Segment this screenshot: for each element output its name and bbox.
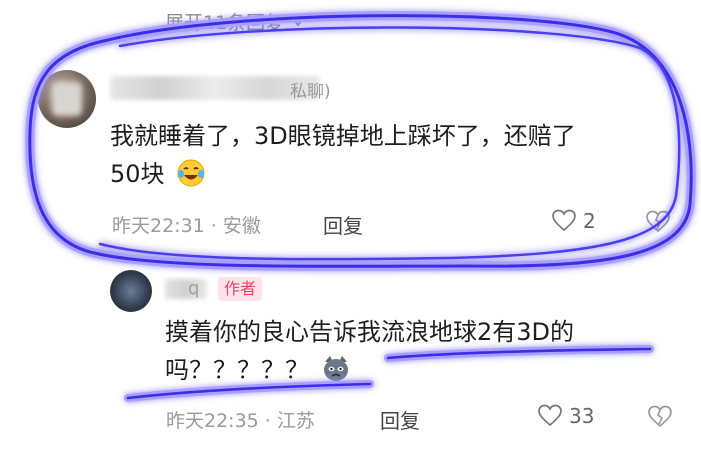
reply-like-button[interactable]: 33 xyxy=(537,403,594,429)
comment-time-location: 昨天22:31 · 安徽 xyxy=(112,215,261,237)
laughing-tears-icon xyxy=(177,159,205,187)
dislike-icon[interactable] xyxy=(645,209,671,235)
comment-line-2: 50块 xyxy=(110,155,670,193)
expand-replies-label: 展开11条回复 xyxy=(165,12,285,34)
comment-text: 我就睡着了，3D眼镜掉地上踩坏了，还赔了 50块 xyxy=(110,117,670,193)
heart-icon xyxy=(538,404,562,427)
comment-meta: 昨天22:31 · 安徽 xyxy=(112,211,261,238)
author-name-blurred xyxy=(110,76,320,100)
avatar[interactable] xyxy=(38,70,96,128)
reply-button[interactable]: 回复 xyxy=(323,210,363,239)
comment-line-2-text: 50块 xyxy=(110,160,165,188)
reply-time-location: 昨天22:35 · 江苏 xyxy=(166,410,315,432)
expand-replies-link[interactable]: 展开11条回复 xyxy=(165,8,304,35)
reply-line-1: 摸着你的良心告诉我流浪地球2有3D的 xyxy=(165,318,575,346)
author-badge: 作者 xyxy=(218,277,263,301)
reply-author-name: q xyxy=(188,278,200,299)
reply-comment-text: 摸着你的良心告诉我流浪地球2有3D的 吗？？？？？ xyxy=(165,313,685,389)
reply-meta: 昨天22:35 · 江苏 xyxy=(166,406,315,433)
reply-like-count: 33 xyxy=(569,404,595,428)
reply-line-2: 吗？？？？？ xyxy=(165,351,685,389)
like-count: 2 xyxy=(583,209,596,233)
heart-icon xyxy=(552,209,576,232)
like-button[interactable]: 2 xyxy=(551,208,596,234)
reply-dislike-icon[interactable] xyxy=(647,404,673,430)
comment-line-1: 我就睡着了，3D眼镜掉地上踩坏了，还赔了 xyxy=(110,122,576,150)
author-name-suffix: 私聊) xyxy=(290,82,331,102)
reply-avatar[interactable] xyxy=(110,270,152,312)
cat-face-icon xyxy=(323,356,348,381)
reply-line-2-text: 吗？？？？？ xyxy=(165,356,309,384)
reply-reply-button[interactable]: 回复 xyxy=(380,405,420,434)
reply-author-name-blurred xyxy=(165,279,207,299)
chevron-down-icon xyxy=(292,17,304,26)
